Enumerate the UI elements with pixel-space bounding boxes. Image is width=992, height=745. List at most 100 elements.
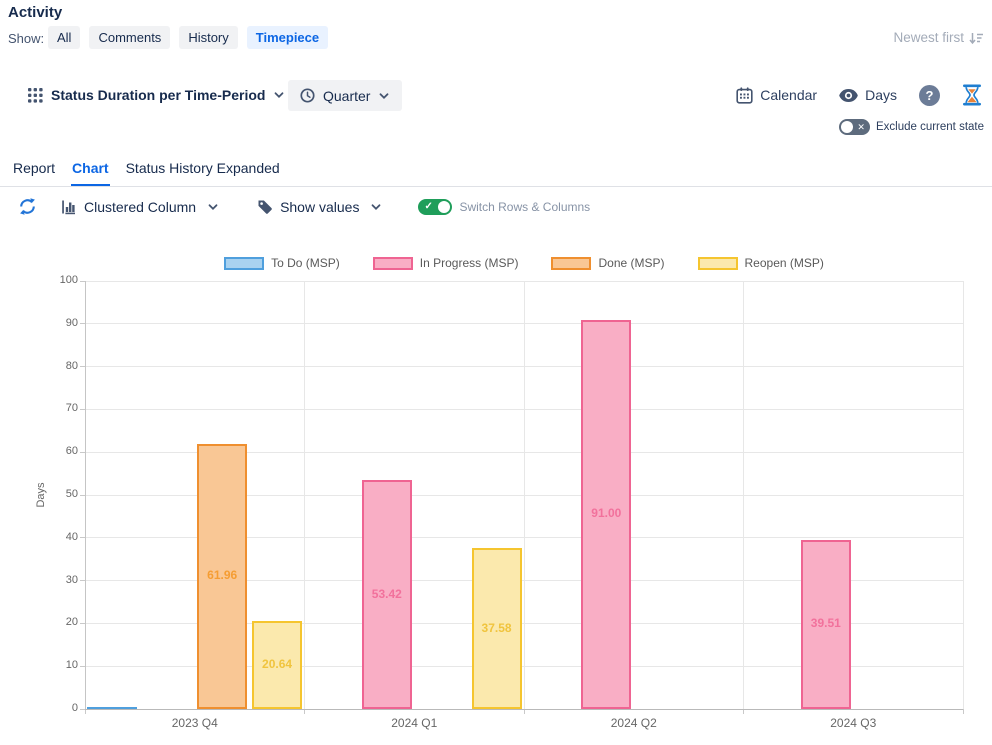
toggle-knob [438,201,450,213]
legend-item-done[interactable]: Done (MSP) [551,256,664,270]
legend-label: Done (MSP) [598,256,664,270]
chevron-down-icon [370,201,382,213]
gridline-h [85,281,963,282]
x-category-label: 2024 Q2 [611,716,657,730]
bar-in-progress-msp[interactable] [581,320,631,709]
gridline-h [85,323,963,324]
x-tick [85,709,86,714]
bar-in-progress-msp[interactable] [362,480,412,709]
activity-panel: Activity Show: All Comments History Time… [0,0,992,745]
filter-timepiece-button[interactable]: Timepiece [247,26,328,49]
gridline-v [524,281,525,709]
exclude-current-state-toggle[interactable]: ✕ [839,119,870,135]
y-tick [80,409,85,410]
calendar-button[interactable]: Calendar [736,87,817,104]
chevron-down-icon [273,89,285,101]
switch-rows-columns-toggle[interactable]: ✓ [418,199,452,215]
bar-reopen-msp[interactable] [252,621,302,709]
calendar-label: Calendar [760,87,817,103]
exclude-current-state-label: Exclude current state [876,121,984,133]
tab-chart[interactable]: Chart [71,158,110,186]
toolbar-right-group: Calendar Days ? [736,84,982,106]
gridline-v [743,281,744,709]
y-tick-label: 50 [40,488,78,500]
show-values-dropdown[interactable]: Show values [257,199,382,215]
legend-swatch-in-progress [373,257,413,270]
sort-order-control[interactable]: Newest first [893,30,984,45]
chevron-down-icon [378,90,390,102]
legend-item-todo[interactable]: To Do (MSP) [224,256,340,270]
gridline-v [304,281,305,709]
y-tick [80,495,85,496]
x-tick [304,709,305,714]
y-axis-title: Days [35,482,47,507]
y-tick-label: 70 [40,402,78,414]
legend-label: To Do (MSP) [271,256,340,270]
x-category-label: 2024 Q1 [391,716,437,730]
y-tick-label: 40 [40,531,78,543]
filter-comments-button[interactable]: Comments [89,26,170,49]
report-type-dropdown[interactable]: Status Duration per Time-Period [28,87,285,103]
gridline-h [85,366,963,367]
help-icon[interactable]: ? [919,85,940,106]
chart-type-label: Clustered Column [84,199,196,215]
legend-item-reopen[interactable]: Reopen (MSP) [698,256,824,270]
x-category-label: 2023 Q4 [172,716,218,730]
exclude-current-state-control: ✕ Exclude current state [839,119,984,135]
y-tick-label: 60 [40,445,78,457]
y-tick-label: 80 [40,360,78,372]
tab-status-history-expanded[interactable]: Status History Expanded [125,158,281,186]
y-tick-label: 30 [40,574,78,586]
eye-icon [839,89,858,102]
period-dropdown[interactable]: Quarter [288,80,402,111]
tab-report[interactable]: Report [12,158,56,186]
y-tick-label: 100 [40,274,78,286]
clock-icon [300,88,315,103]
legend-swatch-reopen [698,257,738,270]
legend-swatch-done [551,257,591,270]
gridline-v [963,281,964,709]
report-type-label: Status Duration per Time-Period [51,87,265,103]
refresh-icon[interactable] [18,197,37,216]
filter-history-button[interactable]: History [179,26,237,49]
y-tick [80,281,85,282]
y-tick-label: 20 [40,616,78,628]
clustered-column-chart: 0 10 20 30 40 50 60 70 80 90 100 Days 2023 Q4 2024 Q1… [0,0,992,745]
x-tick [743,709,744,714]
y-tick [80,452,85,453]
chevron-down-icon [207,201,219,213]
bar-to-do-msp[interactable] [87,707,137,709]
y-tick [80,366,85,367]
sort-descending-icon [969,31,984,45]
bar-reopen-msp[interactable] [472,548,522,709]
y-tick [80,623,85,624]
display-unit-button[interactable]: Days [839,87,897,103]
legend-item-in-progress[interactable]: In Progress (MSP) [373,256,519,270]
display-unit-label: Days [865,87,897,103]
legend-label: In Progress (MSP) [420,256,519,270]
bar-done-msp[interactable] [197,444,247,709]
switch-rows-columns-control: ✓ Switch Rows & Columns [418,199,590,215]
tab-bar: Report Chart Status History Expanded [0,158,992,187]
show-label: Show: [8,31,44,46]
y-tick [80,709,85,710]
x-tick [524,709,525,714]
filter-all-button[interactable]: All [48,26,80,49]
y-tick-label: 10 [40,659,78,671]
grid-icon [28,88,43,103]
chart-type-dropdown[interactable]: Clustered Column [61,199,219,215]
toggle-knob [841,121,853,133]
y-axis-line [85,281,86,709]
page-title: Activity [8,4,62,21]
gridline-h [85,409,963,410]
y-tick [80,323,85,324]
chart-legend: To Do (MSP) In Progress (MSP) Done (MSP)… [85,256,963,270]
y-tick-label: 0 [40,702,78,714]
legend-swatch-todo [224,257,264,270]
bar-in-progress-msp[interactable] [801,540,851,709]
activity-filter-group: All Comments History Timepiece [48,26,328,49]
y-tick-label: 90 [40,317,78,329]
column-chart-icon [61,199,77,215]
timepiece-hourglass-icon[interactable] [962,84,982,106]
x-category-label: 2024 Q3 [830,716,876,730]
